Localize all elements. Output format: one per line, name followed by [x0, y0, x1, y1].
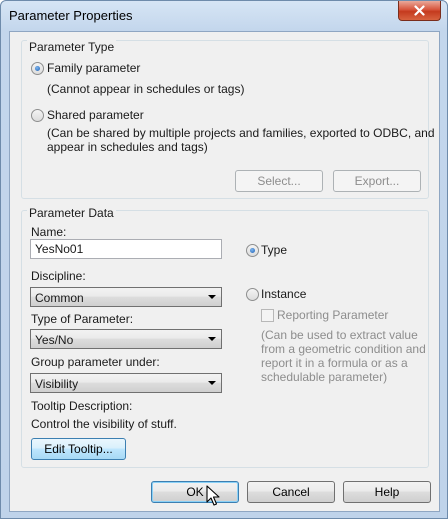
tooltip-description-value: Control the visibility of stuff.	[31, 417, 177, 431]
shared-parameter-description-line2: appear in schedules and tags)	[47, 140, 208, 154]
instance-radio-label[interactable]: Instance	[261, 287, 306, 301]
discipline-label: Discipline:	[31, 269, 86, 283]
name-input[interactable]: YesNo01	[30, 239, 222, 259]
family-parameter-description: (Cannot appear in schedules or tags)	[47, 82, 245, 96]
type-of-parameter-label: Type of Parameter:	[31, 312, 134, 326]
reporting-parameter-checkbox[interactable]	[261, 309, 274, 322]
discipline-select[interactable]: Common	[30, 287, 222, 307]
chevron-down-icon	[208, 295, 216, 299]
group-parameter-under-label: Group parameter under:	[31, 355, 160, 369]
close-button[interactable]	[398, 1, 441, 21]
shared-parameter-label[interactable]: Shared parameter	[47, 108, 144, 122]
reporting-note-line4: schedulable parameter)	[261, 370, 388, 384]
export-button[interactable]: Export...	[333, 170, 421, 192]
reporting-note-line3: report it in a formula or as a	[261, 356, 408, 370]
discipline-value: Common	[35, 291, 84, 305]
shared-parameter-radio[interactable]	[31, 109, 44, 122]
instance-radio[interactable]	[246, 288, 259, 301]
title-bar[interactable]: Parameter Properties	[1, 1, 447, 31]
name-label: Name:	[31, 225, 67, 239]
shared-parameter-description-line1: (Can be shared by multiple projects and …	[47, 126, 435, 140]
type-of-parameter-select[interactable]: Yes/No	[30, 329, 222, 349]
parameter-type-group-label: Parameter Type	[27, 40, 117, 54]
parameter-properties-dialog: Parameter Properties Parameter Type Fami…	[0, 0, 448, 519]
reporting-note-line2: from a geometric condition and	[261, 342, 426, 356]
reporting-note-line1: (Can be used to extract value	[261, 328, 418, 342]
group-parameter-under-select[interactable]: Visibility	[30, 373, 222, 393]
dialog-client-area: Parameter Type Family parameter (Cannot …	[9, 31, 440, 512]
ok-button[interactable]: OK	[151, 481, 239, 503]
close-icon	[414, 5, 425, 16]
family-parameter-label[interactable]: Family parameter	[47, 61, 140, 75]
group-parameter-under-value: Visibility	[35, 377, 79, 391]
chevron-down-icon	[208, 381, 216, 385]
cancel-button[interactable]: Cancel	[247, 481, 335, 503]
select-button[interactable]: Select...	[235, 170, 323, 192]
family-parameter-radio[interactable]	[31, 62, 44, 75]
tooltip-description-label: Tooltip Description:	[31, 399, 133, 413]
type-radio-label[interactable]: Type	[261, 243, 287, 257]
help-button[interactable]: Help	[343, 481, 431, 503]
mouse-pointer-icon	[206, 485, 220, 506]
parameter-data-group-label: Parameter Data	[27, 206, 116, 220]
edit-tooltip-button[interactable]: Edit Tooltip...	[31, 438, 126, 460]
dialog-title: Parameter Properties	[9, 8, 133, 23]
type-radio[interactable]	[246, 244, 259, 257]
type-of-parameter-value: Yes/No	[35, 333, 74, 347]
chevron-down-icon	[208, 337, 216, 341]
reporting-parameter-label[interactable]: Reporting Parameter	[277, 308, 388, 322]
